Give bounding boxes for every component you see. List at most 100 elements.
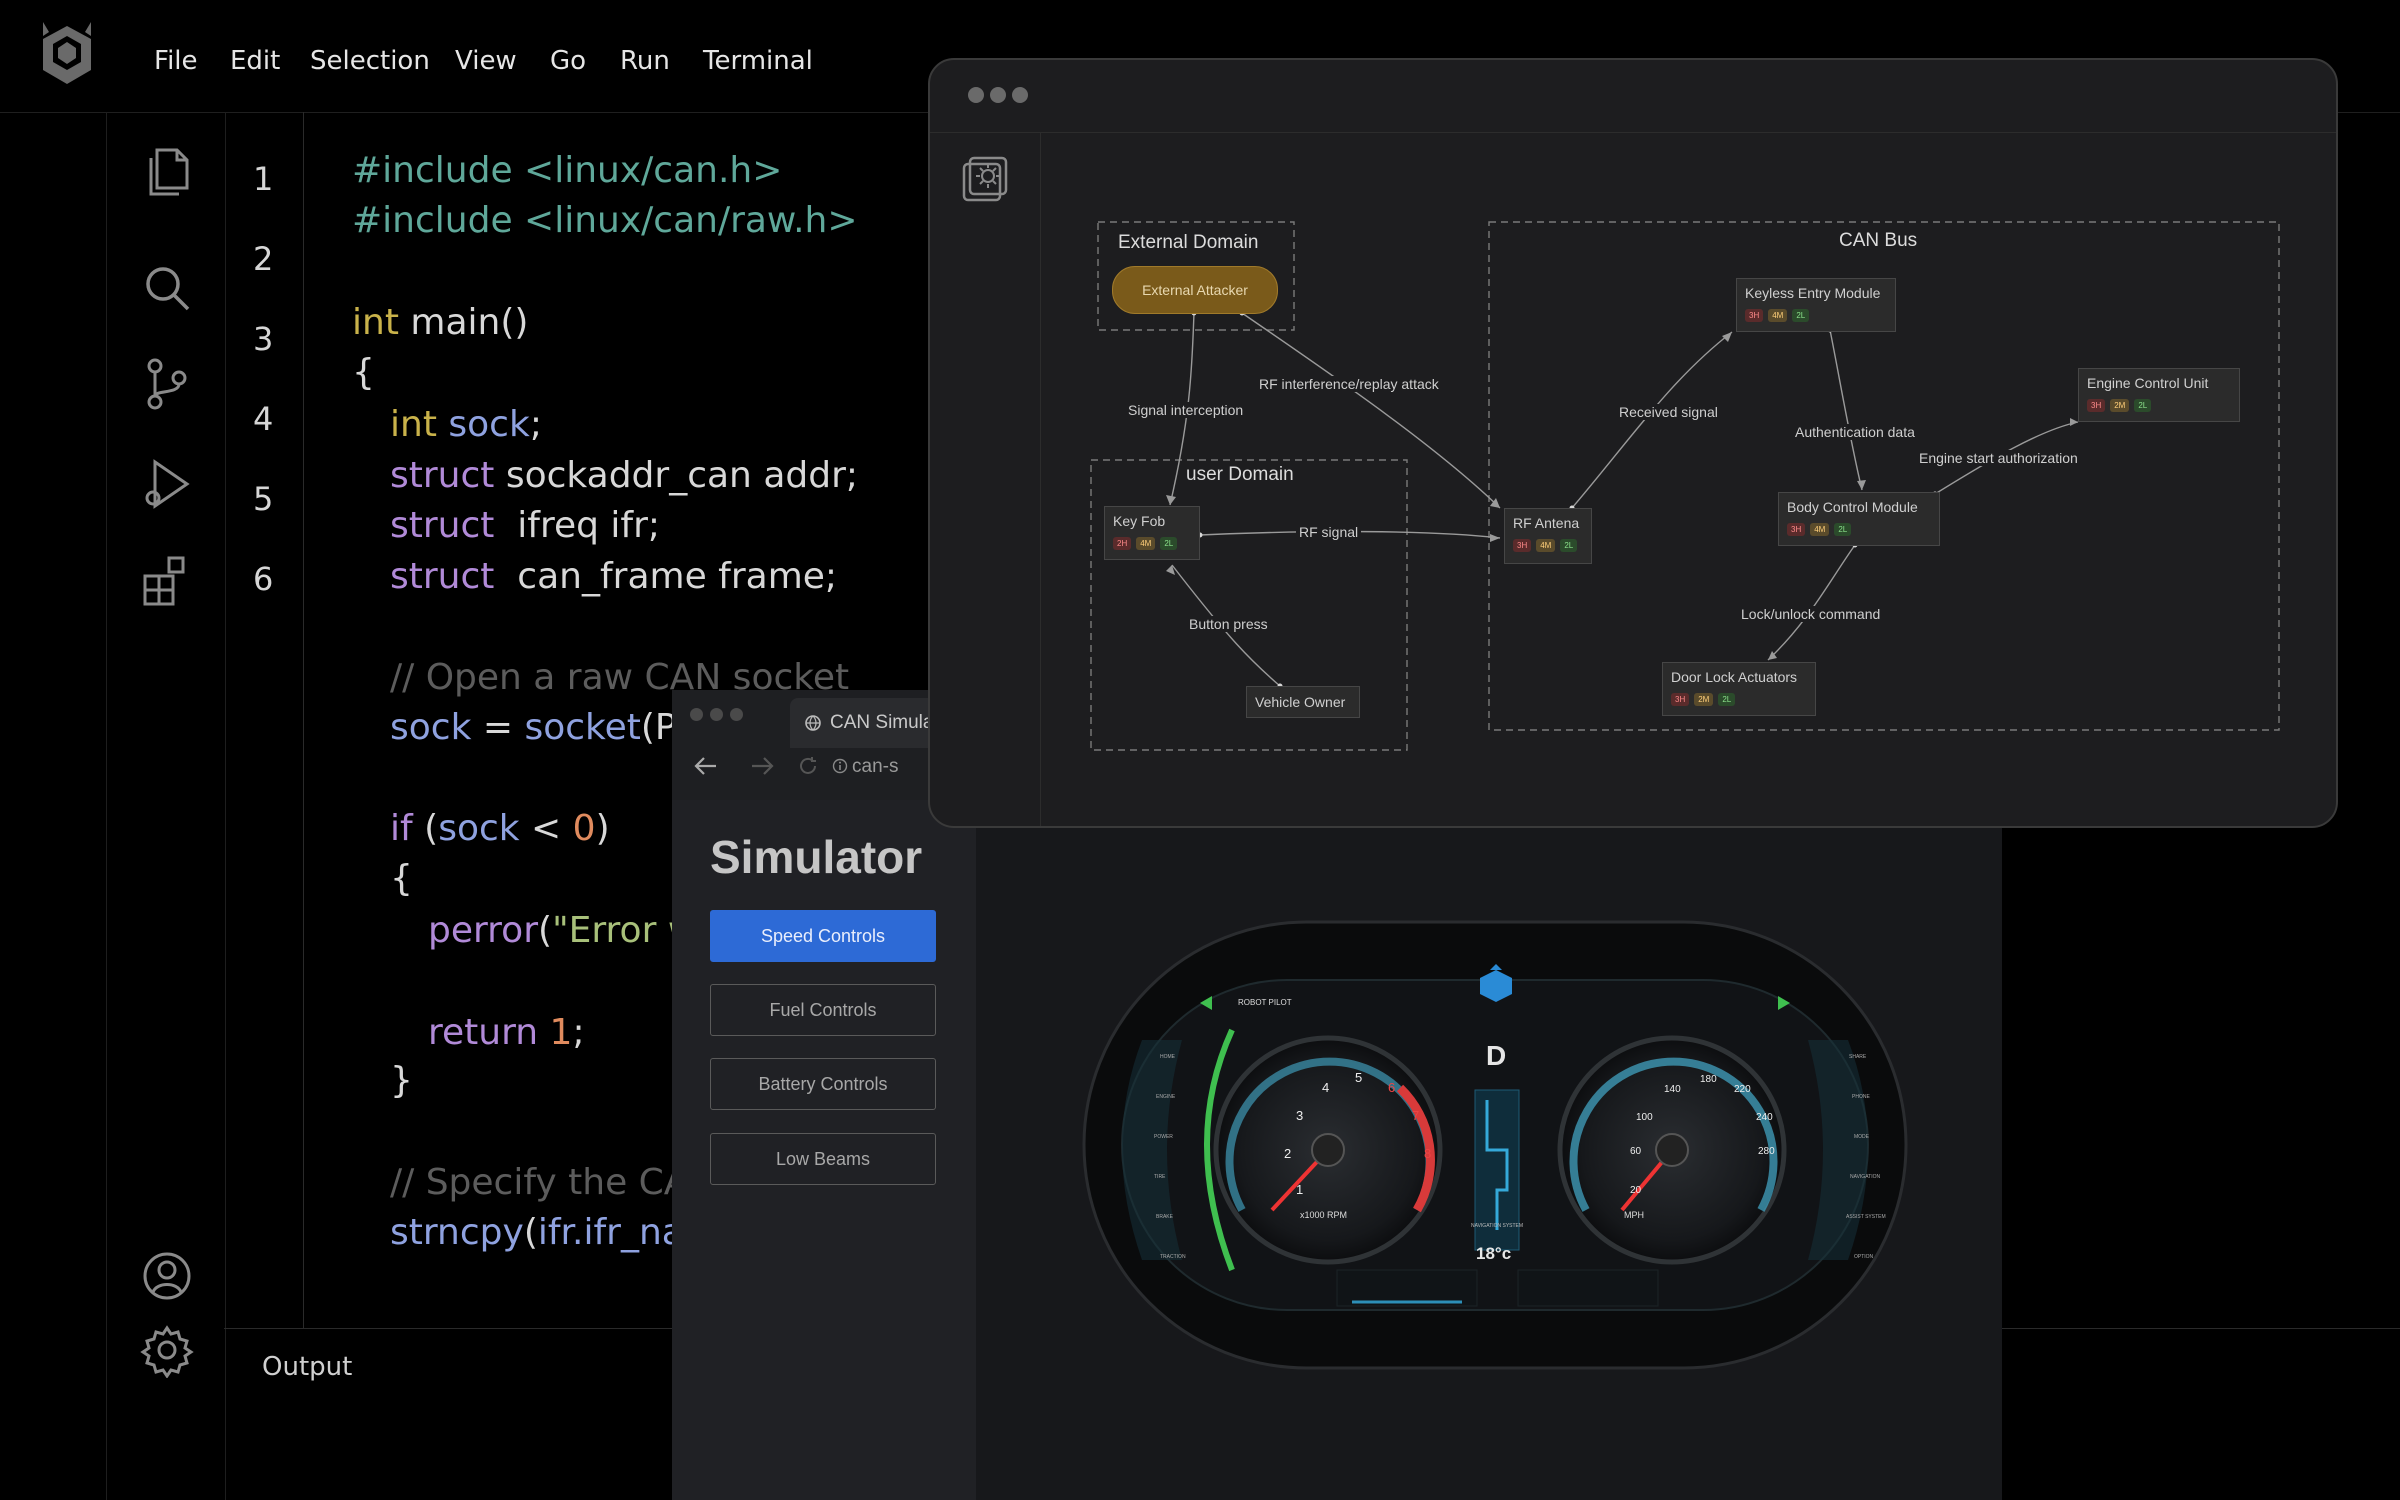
- code-token: struct: [390, 505, 495, 546]
- code-line[interactable]: #include <linux/can.h>: [352, 150, 782, 191]
- node-vehicle-owner[interactable]: Vehicle Owner: [1246, 686, 1360, 718]
- run-debug-icon[interactable]: [139, 456, 195, 512]
- menu-go[interactable]: Go: [550, 46, 586, 76]
- code-line[interactable]: {: [390, 858, 413, 899]
- code-line[interactable]: #include <linux/can/raw.h>: [352, 200, 858, 241]
- node-keyless-entry-module[interactable]: Keyless Entry Module 3H 4M 2L: [1736, 278, 1896, 332]
- severity-badge-low: 2L: [1834, 523, 1852, 536]
- node-rf-antenna[interactable]: RF Antena 3H 4M 2L: [1504, 508, 1592, 564]
- node-engine-control-unit[interactable]: Engine Control Unit 3H 2M 2L: [2078, 368, 2240, 422]
- forward-arrow-icon[interactable]: [748, 754, 776, 778]
- menu-view[interactable]: View: [455, 46, 517, 76]
- rpm-tick: 7: [1412, 1108, 1420, 1123]
- globe-icon: [805, 715, 821, 731]
- robot-pilot-label: ROBOT PILOT: [1238, 998, 1292, 1007]
- line-number: 2: [253, 240, 274, 278]
- code-line[interactable]: {: [352, 352, 375, 393]
- account-icon[interactable]: [139, 1248, 195, 1304]
- severity-badge-low: 2L: [2134, 399, 2152, 412]
- code-token: sock: [390, 707, 472, 748]
- files-icon[interactable]: [139, 144, 195, 200]
- menu-selection[interactable]: Selection: [310, 46, 430, 76]
- rpm-tick: 6: [1388, 1080, 1396, 1095]
- rpm-tick: 2: [1284, 1146, 1292, 1161]
- code-line[interactable]: struct can_frame frame;: [390, 556, 837, 597]
- code-comment[interactable]: // Specify the CA: [390, 1162, 688, 1203]
- menu-terminal[interactable]: Terminal: [703, 46, 813, 76]
- node-key-fob[interactable]: Key Fob 2H 4M 2L: [1104, 506, 1200, 560]
- low-beams-button[interactable]: Low Beams: [710, 1133, 936, 1185]
- node-door-lock-actuators[interactable]: Door Lock Actuators 3H 2M 2L: [1662, 662, 1816, 716]
- code-line[interactable]: sock = socket(P: [390, 707, 677, 748]
- speed-tick: 140: [1664, 1084, 1681, 1095]
- code-token: can_frame frame;: [494, 556, 838, 597]
- node-label: Engine Control Unit: [2087, 375, 2209, 391]
- speed-unit-label: MPH: [1624, 1210, 1644, 1220]
- edge-label-engine-start: Engine start authorization: [1916, 450, 2081, 466]
- back-arrow-icon[interactable]: [692, 754, 720, 778]
- code-token: (: [523, 1212, 538, 1253]
- code-line[interactable]: return 1;: [428, 1012, 585, 1053]
- activity-bar: [106, 112, 226, 1500]
- edge-label-authentication-data: Authentication data: [1792, 424, 1918, 440]
- gutter-divider: [303, 112, 304, 1328]
- code-token: socket: [524, 707, 641, 748]
- speed-tick: 100: [1636, 1112, 1653, 1123]
- severity-badge-medium: 4M: [1810, 523, 1830, 536]
- source-control-icon[interactable]: [139, 356, 195, 412]
- settings-gear-icon[interactable]: [139, 1322, 195, 1378]
- code-line[interactable]: struct ifreq ifr;: [390, 505, 660, 546]
- severity-badge-high: 3H: [2087, 399, 2106, 412]
- code-line[interactable]: strncpy(ifr.ifr_na: [390, 1212, 684, 1253]
- code-token: ifreq ifr;: [494, 505, 661, 546]
- code-token: return: [428, 1012, 539, 1053]
- code-line[interactable]: if (sock < 0): [390, 808, 610, 849]
- code-line[interactable]: }: [390, 1060, 413, 1101]
- code-line[interactable]: struct sockaddr_can addr;: [390, 455, 858, 496]
- node-label: Keyless Entry Module: [1745, 285, 1881, 301]
- code-token: <: [519, 808, 573, 849]
- window-maximize-dot[interactable]: [730, 708, 743, 721]
- reload-icon[interactable]: [796, 754, 820, 778]
- code-token: ): [595, 808, 610, 849]
- code-line[interactable]: perror("Error w: [428, 910, 697, 951]
- window-close-dot[interactable]: [690, 708, 703, 721]
- battery-controls-button[interactable]: Battery Controls: [710, 1058, 936, 1110]
- dash-menu-engine: ENGINE: [1156, 1094, 1176, 1100]
- dash-menu-traction: TRACTION: [1160, 1254, 1186, 1260]
- speed-tick: 240: [1756, 1112, 1773, 1123]
- edge-label-rf-signal: RF signal: [1296, 524, 1362, 540]
- dash-menu-option: OPTION: [1854, 1254, 1874, 1260]
- address-bar-url[interactable]: can-s: [852, 756, 898, 778]
- window-minimize-dot[interactable]: [710, 708, 723, 721]
- speed-controls-button[interactable]: Speed Controls: [710, 910, 936, 962]
- search-icon[interactable]: [139, 260, 195, 316]
- gear-indicator: D: [1486, 1040, 1507, 1071]
- code-line[interactable]: int main(): [352, 302, 528, 343]
- instrument-cluster: [1082, 920, 1908, 1370]
- output-panel-title[interactable]: Output: [262, 1352, 352, 1382]
- code-token: 1: [538, 1012, 573, 1053]
- rpm-tick: 4: [1322, 1080, 1330, 1095]
- menu-edit[interactable]: Edit: [230, 46, 280, 76]
- code-token: ;: [572, 1012, 585, 1053]
- node-label: Door Lock Actuators: [1671, 669, 1798, 685]
- speed-tick: 180: [1700, 1074, 1717, 1085]
- severity-badge-high: 3H: [1513, 539, 1532, 552]
- node-external-attacker[interactable]: External Attacker: [1112, 266, 1278, 314]
- site-info-icon[interactable]: [832, 758, 848, 774]
- menu-run[interactable]: Run: [620, 46, 670, 76]
- rpm-unit-label: x1000 RPM: [1300, 1210, 1348, 1220]
- speed-tick: 60: [1630, 1146, 1642, 1157]
- code-token: (: [538, 910, 553, 951]
- code-line[interactable]: int sock;: [390, 404, 542, 445]
- menu-file[interactable]: File: [154, 46, 198, 76]
- severity-badge-low: 2L: [1160, 537, 1178, 550]
- dash-menu-power: POWER: [1154, 1134, 1173, 1140]
- extensions-icon[interactable]: [139, 552, 195, 608]
- rpm-tick: 3: [1296, 1108, 1304, 1123]
- code-token: main(): [398, 302, 529, 343]
- fuel-controls-button[interactable]: Fuel Controls: [710, 984, 936, 1036]
- node-body-control-module[interactable]: Body Control Module 3H 4M 2L: [1778, 492, 1940, 546]
- code-token: perror: [428, 910, 539, 951]
